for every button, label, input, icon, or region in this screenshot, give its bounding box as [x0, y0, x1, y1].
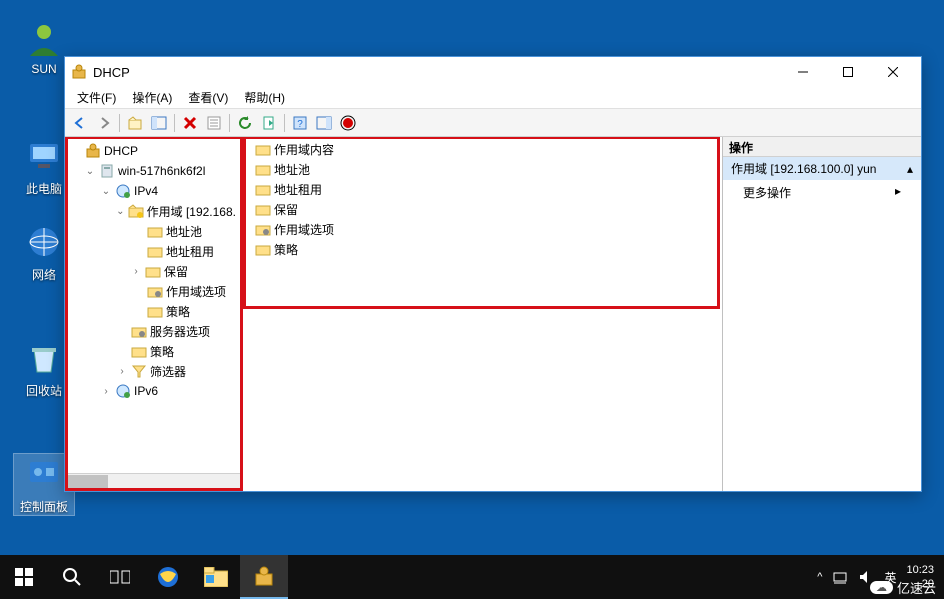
- list-item-pool[interactable]: 地址池: [246, 159, 717, 179]
- minimize-button[interactable]: [780, 58, 825, 86]
- action-header: 操作: [723, 137, 921, 157]
- folder-icon: [255, 181, 271, 197]
- maximize-button[interactable]: [825, 58, 870, 86]
- properties-button[interactable]: [203, 112, 225, 134]
- cloud-icon: ☁: [870, 581, 893, 594]
- list-item-scope-content[interactable]: 作用域内容: [246, 139, 717, 159]
- svg-text:?: ?: [297, 119, 303, 130]
- folder-warn-icon: [128, 203, 144, 219]
- tree-node-ipv4[interactable]: ⌄IPv4: [68, 181, 240, 201]
- back-button[interactable]: [69, 112, 91, 134]
- list-pane: 作用域内容 地址池 地址租用 保留 作用域选项 策略: [243, 137, 723, 491]
- task-view-button[interactable]: [96, 555, 144, 599]
- folder-gear-icon: [147, 283, 163, 299]
- chevron-down-icon[interactable]: ⌄: [116, 206, 125, 217]
- tree-node-server[interactable]: ⌄win-517h6nk6f2l: [68, 161, 240, 181]
- folder-icon: [147, 223, 163, 239]
- refresh-button[interactable]: [234, 112, 256, 134]
- action-pane: 操作 作用域 [192.168.100.0] yun ▴ 更多操作 ▸: [723, 137, 921, 491]
- content-area: DHCP ⌄win-517h6nk6f2l ⌄IPv4 ⌄作用域 [192.16…: [65, 137, 921, 491]
- desktop-icon-label: 控制面板: [14, 498, 74, 515]
- list-item-reserve[interactable]: 保留: [246, 199, 717, 219]
- tree-node-reserve[interactable]: ›保留: [68, 261, 240, 281]
- watermark: ☁ 亿速云: [870, 578, 936, 597]
- list-item-policy[interactable]: 策略: [246, 239, 717, 259]
- tree-node-filter[interactable]: ›筛选器: [68, 361, 240, 381]
- menu-file[interactable]: 文件(F): [69, 87, 124, 108]
- recycle-bin-icon: [24, 338, 64, 378]
- folder-icon: [145, 263, 161, 279]
- tree-node-dhcp[interactable]: DHCP: [68, 141, 240, 161]
- record-button[interactable]: [337, 112, 359, 134]
- delete-button[interactable]: [179, 112, 201, 134]
- tree-node-policy[interactable]: 策略: [68, 301, 240, 321]
- folder-icon: [147, 243, 163, 259]
- tree-node-lease[interactable]: 地址租用: [68, 241, 240, 261]
- help-button[interactable]: ?: [289, 112, 311, 134]
- window-controls: [780, 58, 915, 86]
- folder-icon: [131, 343, 147, 359]
- tree-pane: DHCP ⌄win-517h6nk6f2l ⌄IPv4 ⌄作用域 [192.16…: [65, 137, 243, 491]
- dhcp-app-icon: [71, 64, 87, 80]
- tree-node-server-opts[interactable]: 服务器选项: [68, 321, 240, 341]
- tree-root-container: DHCP ⌄win-517h6nk6f2l ⌄IPv4 ⌄作用域 [192.16…: [68, 139, 240, 403]
- action-pane-button[interactable]: [313, 112, 335, 134]
- action-scope-title[interactable]: 作用域 [192.168.100.0] yun ▴: [723, 157, 921, 180]
- tree-node-pool[interactable]: 地址池: [68, 221, 240, 241]
- chevron-right-icon: ▸: [895, 184, 901, 201]
- folder-icon: [255, 161, 271, 177]
- ipv6-icon: [115, 383, 131, 399]
- titlebar[interactable]: DHCP: [65, 57, 921, 87]
- folder-gear-icon: [131, 323, 147, 339]
- tray-network-icon[interactable]: [832, 569, 848, 585]
- list-item-lease[interactable]: 地址租用: [246, 179, 717, 199]
- computer-icon: [24, 136, 64, 176]
- dhcp-icon: [85, 143, 101, 159]
- close-button[interactable]: [870, 58, 915, 86]
- chevron-down-icon[interactable]: ⌄: [100, 186, 112, 197]
- collapse-arrow-icon[interactable]: ▴: [907, 162, 913, 176]
- window-title: DHCP: [93, 65, 780, 80]
- ipv4-icon: [115, 183, 131, 199]
- folder-icon: [255, 241, 271, 257]
- taskbar: ^ 英 10:23 20: [0, 555, 944, 599]
- up-button[interactable]: [124, 112, 146, 134]
- list-inner: 作用域内容 地址池 地址租用 保留 作用域选项 策略: [243, 137, 720, 309]
- chevron-down-icon[interactable]: ⌄: [84, 166, 96, 177]
- list-item-scope-opts[interactable]: 作用域选项: [246, 219, 717, 239]
- control-panel-icon: [24, 454, 64, 494]
- user-avatar-icon: [24, 18, 64, 58]
- menubar: 文件(F) 操作(A) 查看(V) 帮助(H): [65, 87, 921, 109]
- toolbar: ?: [65, 109, 921, 137]
- taskbar-ie[interactable]: [144, 555, 192, 599]
- chevron-right-icon[interactable]: ›: [130, 266, 142, 277]
- forward-button[interactable]: [93, 112, 115, 134]
- dhcp-window: DHCP 文件(F) 操作(A) 查看(V) 帮助(H) ? DH: [64, 56, 922, 492]
- menu-help[interactable]: 帮助(H): [236, 87, 293, 108]
- show-hide-tree-button[interactable]: [148, 112, 170, 134]
- start-button[interactable]: [0, 555, 48, 599]
- chevron-right-icon[interactable]: ›: [116, 366, 128, 377]
- taskbar-dhcp[interactable]: [240, 555, 288, 599]
- taskbar-explorer[interactable]: [192, 555, 240, 599]
- chevron-right-icon[interactable]: ›: [100, 386, 112, 397]
- menu-view[interactable]: 查看(V): [180, 87, 236, 108]
- menu-action[interactable]: 操作(A): [124, 87, 180, 108]
- folder-icon: [255, 141, 271, 157]
- folder-icon: [255, 201, 271, 217]
- filter-icon: [131, 363, 147, 379]
- search-button[interactable]: [48, 555, 96, 599]
- tray-chevron-up-icon[interactable]: ^: [817, 571, 822, 583]
- tree-node-scope[interactable]: ⌄作用域 [192.168.: [68, 201, 240, 221]
- folder-icon: [147, 303, 163, 319]
- tree-h-scrollbar[interactable]: [68, 473, 240, 488]
- folder-gear-icon: [255, 221, 271, 237]
- action-more[interactable]: 更多操作 ▸: [723, 180, 921, 205]
- tree-node-policy2[interactable]: 策略: [68, 341, 240, 361]
- export-button[interactable]: [258, 112, 280, 134]
- network-icon: [24, 222, 64, 262]
- tree-node-scope-opts[interactable]: 作用域选项: [68, 281, 240, 301]
- server-icon: [99, 163, 115, 179]
- tree-node-ipv6[interactable]: ›IPv6: [68, 381, 240, 401]
